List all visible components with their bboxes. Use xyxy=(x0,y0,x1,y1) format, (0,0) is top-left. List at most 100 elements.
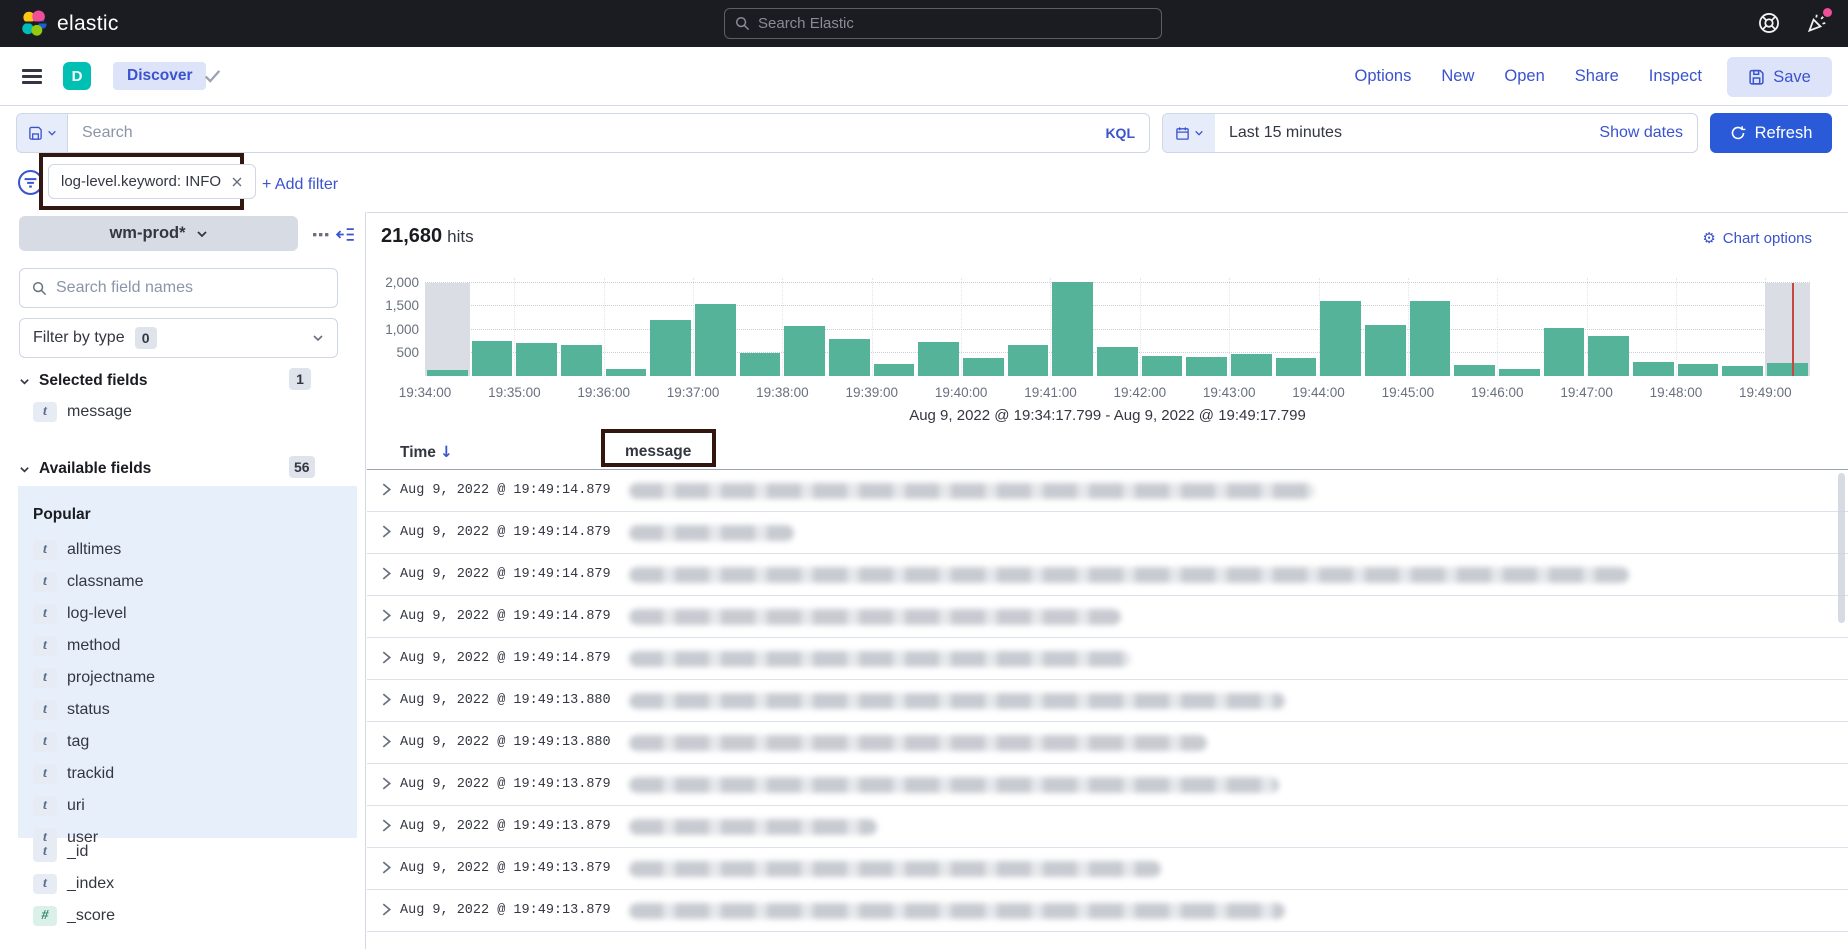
field-item-method[interactable]: tmethod xyxy=(33,630,357,662)
histogram-bar[interactable] xyxy=(1676,278,1721,376)
field-item-classname[interactable]: tclassname xyxy=(33,566,357,598)
menu-icon[interactable] xyxy=(22,69,42,87)
histogram-bar[interactable] xyxy=(1542,278,1587,376)
histogram-bar[interactable] xyxy=(1006,278,1051,376)
sort-desc-icon[interactable]: ↓ xyxy=(440,443,453,461)
show-dates-link[interactable]: Show dates xyxy=(1599,124,1697,142)
global-search-input[interactable] xyxy=(758,15,1151,32)
field-name: trackid xyxy=(67,765,114,783)
histogram-bar[interactable] xyxy=(961,278,1006,376)
kql-search-input[interactable] xyxy=(82,124,1105,142)
histogram-bar[interactable] xyxy=(1720,278,1765,376)
global-search-bar[interactable] xyxy=(724,8,1162,39)
filter-by-type-dropdown[interactable]: Filter by type 0 xyxy=(19,318,338,358)
histogram-bar[interactable] xyxy=(1318,278,1363,376)
field-item-trackid[interactable]: ttrackid xyxy=(33,758,357,790)
available-fields-accordion[interactable]: Available fields xyxy=(19,460,151,478)
histogram-bar[interactable] xyxy=(1765,278,1810,376)
field-settings-icon[interactable] xyxy=(313,228,329,242)
close-icon[interactable] xyxy=(231,176,243,188)
histogram-bar[interactable] xyxy=(782,278,827,376)
histogram-bar[interactable] xyxy=(872,278,917,376)
newsfeed-icon[interactable] xyxy=(1806,12,1828,34)
save-icon xyxy=(1748,69,1765,86)
expand-row-icon[interactable] xyxy=(381,650,392,665)
x-tick-label: 19:40:00 xyxy=(935,385,988,400)
expand-row-icon[interactable] xyxy=(381,482,392,497)
field-search-input[interactable] xyxy=(56,279,325,297)
histogram-bar[interactable] xyxy=(827,278,872,376)
toolbar-link-inspect[interactable]: Inspect xyxy=(1649,67,1702,86)
histogram-bar[interactable] xyxy=(693,278,738,376)
histogram-bar[interactable] xyxy=(1095,278,1140,376)
row-message-redacted xyxy=(629,567,1629,583)
calendar-menu-button[interactable] xyxy=(1163,114,1215,152)
field-item-uri[interactable]: turi xyxy=(33,790,357,822)
histogram-bar[interactable] xyxy=(1274,278,1319,376)
field-item-status[interactable]: tstatus xyxy=(33,694,357,726)
field-name: log-level xyxy=(67,605,127,623)
chart-options-button[interactable]: ⚙ Chart options xyxy=(1702,229,1812,247)
field-search-box[interactable] xyxy=(19,268,338,308)
refresh-button[interactable]: Refresh xyxy=(1710,113,1832,153)
histogram-bar[interactable] xyxy=(738,278,783,376)
field-item-tag[interactable]: ttag xyxy=(33,726,357,758)
filter-chip[interactable]: log-level.keyword: INFO xyxy=(48,164,256,199)
time-range-value[interactable]: Last 15 minutes xyxy=(1215,124,1599,142)
histogram-bar[interactable] xyxy=(1586,278,1631,376)
expand-row-icon[interactable] xyxy=(381,692,392,707)
toolbar-link-new[interactable]: New xyxy=(1441,67,1474,86)
field-item-projectname[interactable]: tprojectname xyxy=(33,662,357,694)
expand-row-icon[interactable] xyxy=(381,566,392,581)
table-scrollbar[interactable] xyxy=(1838,473,1845,623)
histogram-bar[interactable] xyxy=(1408,278,1453,376)
time-column-header[interactable]: Time↓ xyxy=(400,443,453,462)
expand-row-icon[interactable] xyxy=(381,608,392,623)
saved-query-menu-button[interactable] xyxy=(16,113,68,153)
histogram-bar[interactable] xyxy=(1631,278,1676,376)
histogram-bar[interactable] xyxy=(1140,278,1185,376)
histogram-bar[interactable] xyxy=(514,278,559,376)
expand-row-icon[interactable] xyxy=(381,734,392,749)
field-item-_score[interactable]: #_score xyxy=(33,900,115,932)
add-filter-link[interactable]: + Add filter xyxy=(262,176,338,194)
histogram-bar[interactable] xyxy=(1184,278,1229,376)
save-button[interactable]: Save xyxy=(1727,57,1832,97)
expand-row-icon[interactable] xyxy=(381,902,392,917)
histogram-bar[interactable] xyxy=(1497,278,1542,376)
histogram-bar[interactable] xyxy=(559,278,604,376)
field-item-_index[interactable]: t_index xyxy=(33,868,115,900)
query-language-badge[interactable]: KQL xyxy=(1105,125,1135,141)
text-field-type-icon: t xyxy=(33,796,57,816)
histogram-bar[interactable] xyxy=(1363,278,1408,376)
help-icon[interactable] xyxy=(1758,12,1780,34)
x-tick-label: 19:46:00 xyxy=(1471,385,1524,400)
index-pattern-switcher[interactable]: wm-prod* xyxy=(19,216,298,251)
selected-fields-accordion[interactable]: Selected fields xyxy=(19,372,148,390)
breadcrumb[interactable]: Discover xyxy=(113,62,206,90)
histogram-bar[interactable] xyxy=(1050,278,1095,376)
histogram-bar[interactable] xyxy=(916,278,961,376)
toolbar-link-options[interactable]: Options xyxy=(1355,67,1412,86)
field-item-_id[interactable]: t_id xyxy=(33,836,115,868)
histogram-bar[interactable] xyxy=(1452,278,1497,376)
field-item-alltimes[interactable]: talltimes xyxy=(33,534,357,566)
table-row: Aug 9, 2022 @ 19:49:14.879 xyxy=(367,596,1848,638)
expand-row-icon[interactable] xyxy=(381,860,392,875)
expand-row-icon[interactable] xyxy=(381,524,392,539)
kql-search-box[interactable]: KQL xyxy=(68,113,1150,153)
toolbar-link-share[interactable]: Share xyxy=(1575,67,1619,86)
histogram-bar[interactable] xyxy=(470,278,515,376)
expand-row-icon[interactable] xyxy=(381,776,392,791)
collapse-sidebar-icon[interactable] xyxy=(336,225,355,244)
histogram-bar[interactable] xyxy=(425,278,470,376)
field-item-message[interactable]: tmessage xyxy=(33,396,132,428)
toolbar-link-open[interactable]: Open xyxy=(1504,67,1544,86)
histogram-bar[interactable] xyxy=(604,278,649,376)
expand-row-icon[interactable] xyxy=(381,818,392,833)
histogram[interactable] xyxy=(425,278,1810,376)
histogram-bar[interactable] xyxy=(648,278,693,376)
field-item-log-level[interactable]: tlog-level xyxy=(33,598,357,630)
histogram-bar[interactable] xyxy=(1229,278,1274,376)
text-field-type-icon: t xyxy=(33,540,57,560)
